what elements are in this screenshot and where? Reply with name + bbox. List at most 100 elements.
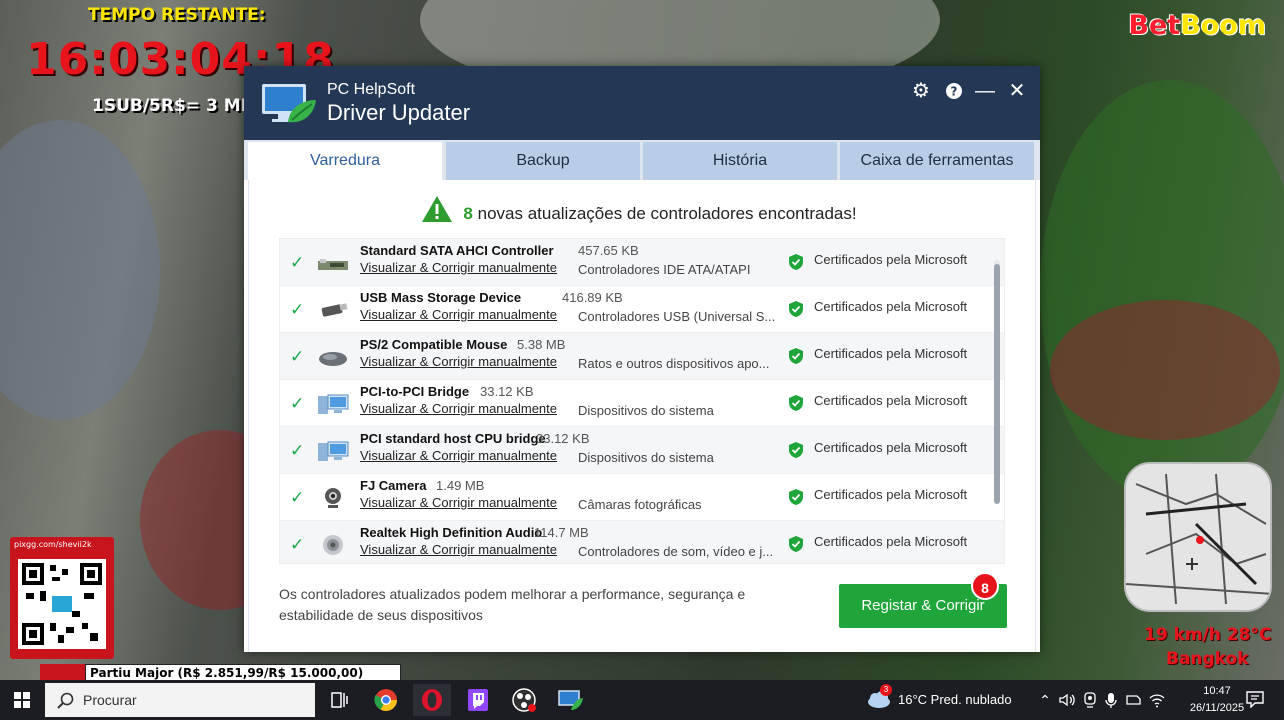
obs-icon[interactable] — [505, 684, 543, 716]
driver-updater-taskbar-icon[interactable] — [551, 684, 589, 716]
clock-time[interactable]: 10:47 — [1188, 685, 1246, 697]
windows-icon — [14, 692, 30, 708]
network-icon[interactable] — [1148, 691, 1166, 709]
microsoft-certified-label: Certificados pela Microsoft — [814, 252, 968, 267]
tab-varredura[interactable]: Varredura — [248, 142, 442, 180]
driver-category: Ratos e outros dispositivos apo... — [578, 356, 770, 371]
scan-headline: 8 novas atualizações de controladores en… — [249, 196, 1029, 231]
sata-controller-icon — [316, 251, 350, 275]
driver-size: 457.65 KB — [578, 243, 639, 258]
view-fix-manually-link[interactable]: Visualizar & Corrigir manualmente — [360, 307, 557, 322]
driver-row: ✓ Standard SATA AHCI Controller 457.65 KB V… — [280, 239, 1004, 286]
driver-row: ✓ PS/2 Compatible Mouse 5.38 MB Visualizar … — [280, 333, 1004, 380]
taskbar-search[interactable]: Procurar — [45, 683, 315, 717]
driver-checkbox[interactable]: ✓ — [290, 442, 307, 459]
footer-info: Os controladores atualizados podem melho… — [279, 586, 746, 623]
driver-row: ✓ PCI-to-PCI Bridge 33.12 KB Visualizar & C… — [280, 380, 1004, 427]
tab-toolbox[interactable]: Caixa de ferramentas — [840, 142, 1034, 180]
driver-size: 33.12 KB — [536, 431, 590, 446]
driver-category: Dispositivos do sistema — [578, 403, 714, 418]
driver-name: PS/2 Compatible Mouse — [360, 337, 508, 352]
shield-check-icon — [788, 441, 804, 459]
app-title: Driver Updater — [327, 100, 471, 125]
tab-historia[interactable]: História — [643, 142, 837, 180]
microsoft-certified-label: Certificados pela Microsoft — [814, 346, 968, 361]
driver-checkbox[interactable]: ✓ — [290, 348, 307, 365]
task-view-icon[interactable] — [320, 684, 358, 716]
sponsor-logo-part-1: Bet — [1128, 10, 1181, 41]
driver-checkbox[interactable]: ✓ — [290, 301, 307, 318]
driver-size: 1.49 MB — [436, 478, 485, 493]
keyboard-icon[interactable] — [1124, 691, 1142, 709]
clock-date[interactable]: 26/11/2025 — [1184, 702, 1250, 714]
volume-icon[interactable] — [1058, 691, 1076, 709]
chevron-up-icon[interactable]: ⌃ — [1036, 691, 1054, 709]
driver-size: 114.7 MB — [534, 525, 589, 540]
driver-list: ✓ Standard SATA AHCI Controller 457.65 KB V… — [279, 238, 1005, 564]
shield-check-icon — [788, 535, 804, 553]
driver-category: Controladores USB (Universal S... — [578, 309, 776, 324]
driver-size: 5.38 MB — [517, 337, 566, 352]
driver-row: ✓ PCI standard host CPU bridge 33.12 KB Vis… — [280, 427, 1004, 474]
sponsor-logo-part-2: Boom — [1180, 10, 1266, 41]
qr-code — [18, 559, 106, 649]
qr-url: pixgg.com/shevii2k — [14, 540, 92, 549]
search-icon — [57, 692, 74, 709]
tabs-bar: Varredura Backup História Caixa de ferra… — [244, 140, 1040, 180]
webcam-tray-icon[interactable] — [1081, 691, 1099, 709]
driver-category: Câmaras fotográficas — [578, 497, 702, 512]
svg-text:?: ? — [951, 85, 958, 99]
opera-icon[interactable] — [413, 684, 451, 716]
driver-checkbox[interactable]: ✓ — [290, 536, 307, 553]
update-count: 8 — [463, 203, 473, 223]
computer-icon — [316, 392, 350, 416]
search-placeholder: Procurar — [83, 692, 137, 708]
driver-checkbox[interactable]: ✓ — [290, 489, 307, 506]
shield-check-icon — [788, 300, 804, 318]
goal-bar-accent — [40, 664, 86, 680]
driver-row: ✓ USB Mass Storage Device 416.89 KB Visuali… — [280, 286, 1004, 333]
sub-rate-text: 1SUB/5R$= 3 MI — [92, 96, 247, 116]
view-fix-manually-link[interactable]: Visualizar & Corrigir manualmente — [360, 260, 557, 275]
shield-check-icon — [788, 488, 804, 506]
taskbar: Procurar 3 16°C Pred. nublado ⌃ 10:47 26… — [0, 680, 1284, 720]
minimize-icon[interactable]: — — [972, 78, 998, 104]
scrollbar-thumb[interactable] — [994, 264, 1000, 504]
fix-count-badge: 8 — [971, 572, 999, 600]
driver-name: PCI standard host CPU bridge — [360, 431, 546, 446]
tab-backup[interactable]: Backup — [446, 142, 640, 180]
view-fix-manually-link[interactable]: Visualizar & Corrigir manualmente — [360, 448, 557, 463]
settings-gear-icon[interactable]: ⚙ — [908, 78, 934, 104]
headline-text: novas atualizações de controladores enco… — [477, 203, 857, 223]
view-fix-manually-link[interactable]: Visualizar & Corrigir manualmente — [360, 401, 557, 416]
driver-name: FJ Camera — [360, 478, 427, 493]
driver-category: Dispositivos do sistema — [578, 450, 714, 465]
donation-qr-panel: pixgg.com/shevii2k — [10, 537, 114, 659]
speed-temp-readout: 19 km/h 28°C — [1144, 625, 1272, 645]
view-fix-manually-link[interactable]: Visualizar & Corrigir manualmente — [360, 495, 557, 510]
microphone-icon[interactable] — [1102, 691, 1120, 709]
help-icon[interactable]: ? — [941, 78, 967, 104]
driver-size: 33.12 KB — [480, 384, 534, 399]
computer-icon — [316, 439, 350, 463]
view-fix-manually-link[interactable]: Visualizar & Corrigir manualmente — [360, 354, 557, 369]
microsoft-certified-label: Certificados pela Microsoft — [814, 299, 968, 314]
driver-checkbox[interactable]: ✓ — [290, 395, 307, 412]
microsoft-certified-label: Certificados pela Microsoft — [814, 440, 968, 455]
title-bar: PC HelpSoft Driver Updater ⚙ ? — ✕ — [244, 66, 1040, 140]
view-fix-manually-link[interactable]: Visualizar & Corrigir manualmente — [360, 542, 557, 557]
close-icon[interactable]: ✕ — [1004, 78, 1030, 104]
usb-drive-icon — [316, 298, 350, 322]
sponsor-logo: BetBoom — [1128, 10, 1266, 41]
minimap — [1124, 462, 1272, 612]
weather-badge: 3 — [880, 684, 892, 696]
app-logo-icon — [260, 82, 318, 126]
notifications-icon[interactable] — [1245, 690, 1265, 709]
chrome-icon[interactable] — [367, 684, 405, 716]
driver-checkbox[interactable]: ✓ — [290, 254, 307, 271]
microsoft-certified-label: Certificados pela Microsoft — [814, 393, 968, 408]
twitch-icon[interactable] — [459, 684, 497, 716]
start-button[interactable] — [0, 680, 44, 720]
driver-name: Standard SATA AHCI Controller — [360, 243, 554, 258]
webcam-icon — [316, 486, 350, 510]
